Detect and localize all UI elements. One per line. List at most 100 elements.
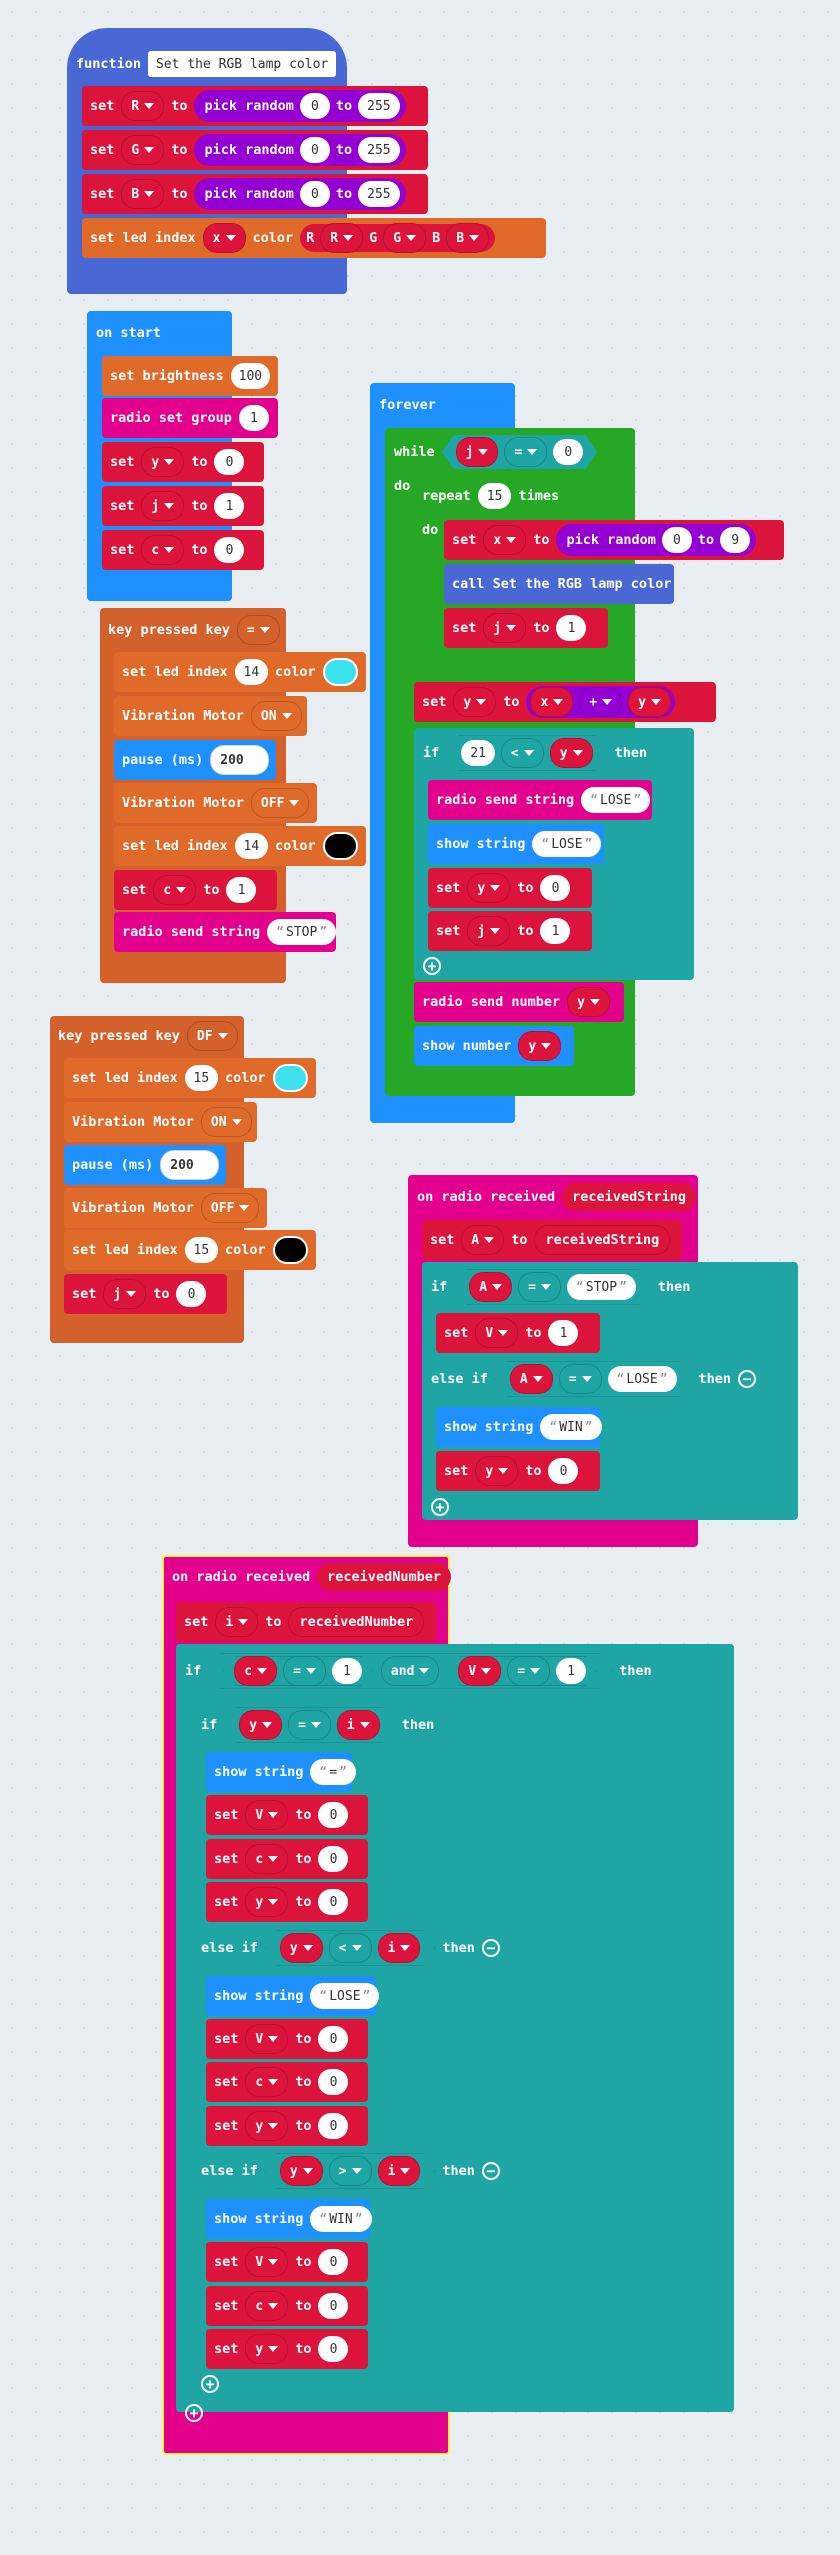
set-y-sum-block[interactable]: set y to x + y xyxy=(414,682,716,722)
value-input[interactable]: 0 xyxy=(214,449,245,475)
set-c-block[interactable]: set c to 0 xyxy=(206,2286,368,2326)
compare-v-eq-1[interactable]: V = 1 xyxy=(447,1656,597,1686)
led-index-input[interactable]: 15 xyxy=(184,1065,219,1091)
set-led-block[interactable]: set led index 14 color xyxy=(114,826,366,866)
call-function-block[interactable]: call Set the RGB lamp color xyxy=(444,564,674,604)
var-dropdown-j[interactable]: j xyxy=(103,1279,147,1309)
rgb-value-block[interactable]: R R G G B B xyxy=(300,223,496,253)
var-dropdown-c[interactable]: c xyxy=(245,1844,289,1874)
random-min-input[interactable]: 0 xyxy=(299,137,330,163)
show-string-block[interactable]: show string WIN xyxy=(206,2199,372,2239)
set-led-rgb-block[interactable]: set led index x color R R G G B B xyxy=(82,218,546,258)
set-b-block[interactable]: set B to pick random 0 to 255 xyxy=(82,174,428,214)
param-received-number[interactable]: receivedNumber xyxy=(317,1563,451,1591)
random-min-input[interactable]: 0 xyxy=(299,93,330,119)
var-dropdown-v[interactable]: V xyxy=(245,1800,289,1830)
compare-a-eq-stop[interactable]: A = STOP xyxy=(454,1269,651,1305)
var-dropdown-c[interactable]: c xyxy=(234,1656,277,1686)
set-x-random-block[interactable]: set x to pick random 0 to 9 xyxy=(444,520,784,560)
value-input[interactable]: 0 xyxy=(318,2293,349,2319)
group-input[interactable]: 1 xyxy=(238,405,269,431)
pause-dropdown[interactable]: 200 xyxy=(210,745,269,775)
on-radio-received-string-header[interactable]: on radio received receivedString xyxy=(409,1177,704,1217)
value-input[interactable]: 0 xyxy=(214,537,245,563)
string-input[interactable]: = xyxy=(310,1759,356,1785)
inner-if-header[interactable]: if y = i then xyxy=(193,1705,442,1745)
else-if-header[interactable]: else if y > i then − xyxy=(193,2151,508,2191)
random-max-input[interactable]: 255 xyxy=(358,181,400,207)
function-header[interactable]: function Set the RGB lamp color xyxy=(68,44,344,84)
set-j-block[interactable]: set j to 1 xyxy=(444,608,608,648)
forever-header[interactable]: forever xyxy=(371,385,444,425)
set-i-block[interactable]: set i to receivedNumber xyxy=(176,1602,436,1642)
string-input[interactable]: LOSE xyxy=(608,1366,677,1392)
and-block[interactable]: c = 1 and V = 1 xyxy=(208,1653,612,1689)
key-dropdown[interactable]: = xyxy=(236,615,280,645)
set-v-block[interactable]: set V to 1 xyxy=(436,1313,600,1353)
value-input[interactable]: 0 xyxy=(318,1802,349,1828)
random-min-input[interactable]: 0 xyxy=(299,181,330,207)
pause-dropdown[interactable]: 200 xyxy=(160,1150,219,1180)
set-c-block[interactable]: set c to 0 xyxy=(206,1839,368,1879)
show-number-block[interactable]: show number y xyxy=(414,1026,574,1066)
else-if-header[interactable]: else if A = LOSE then − xyxy=(423,1359,764,1399)
led-index-input[interactable]: 15 xyxy=(184,1237,219,1263)
plus-icon[interactable]: + xyxy=(185,2404,203,2422)
set-y-block[interactable]: set y to 0 xyxy=(206,2329,368,2369)
operator-dropdown[interactable]: > xyxy=(329,2156,372,2186)
value-input[interactable]: 1 xyxy=(214,493,245,519)
compare-y-gt-i[interactable]: y > i xyxy=(265,2153,435,2189)
random-max-input[interactable]: 255 xyxy=(358,93,400,119)
set-c-block[interactable]: set c to 0 xyxy=(102,530,264,570)
if-header[interactable]: if A = STOP then xyxy=(423,1267,698,1307)
var-dropdown-y[interactable]: y xyxy=(280,1933,323,1963)
var-dropdown-v[interactable]: V xyxy=(245,2024,289,2054)
var-dropdown-c[interactable]: c xyxy=(153,875,197,905)
show-string-block[interactable]: show string = xyxy=(206,1752,356,1792)
value-input[interactable]: 1 xyxy=(556,615,587,641)
vibration-dropdown[interactable]: ON xyxy=(200,1107,252,1137)
set-y-block[interactable]: set y to 0 xyxy=(102,442,264,482)
key-dropdown[interactable]: DF xyxy=(186,1021,238,1051)
pick-random-block[interactable]: pick random 0 to 255 xyxy=(194,134,406,166)
compare-y-eq-i[interactable]: y = i xyxy=(224,1707,394,1743)
value-input[interactable]: 0 xyxy=(548,1458,579,1484)
set-j-block[interactable]: set j to 1 xyxy=(102,486,264,526)
var-dropdown-a[interactable]: A xyxy=(461,1225,505,1255)
show-string-block[interactable]: show string LOSE xyxy=(428,824,604,864)
show-string-block[interactable]: show string LOSE xyxy=(206,1976,380,2016)
operator-dropdown[interactable]: < xyxy=(501,738,544,768)
show-string-block[interactable]: show string WIN xyxy=(436,1407,602,1447)
string-input[interactable]: STOP xyxy=(267,919,337,945)
var-dropdown-c[interactable]: c xyxy=(141,535,185,565)
set-v-block[interactable]: set V to 0 xyxy=(206,1795,368,1835)
compare-21-lt-y[interactable]: 21 < y xyxy=(446,735,607,771)
value-input[interactable]: 0 xyxy=(318,2336,349,2362)
var-dropdown-j[interactable]: j xyxy=(467,916,511,946)
set-j-block[interactable]: set j to 1 xyxy=(428,911,592,951)
key-pressed-df-header[interactable]: key pressed key DF xyxy=(50,1016,246,1056)
operator-dropdown[interactable]: = xyxy=(283,1656,326,1686)
operator-dropdown[interactable]: = xyxy=(559,1364,602,1394)
string-input[interactable]: LOSE xyxy=(532,831,602,857)
operator-dropdown[interactable]: = xyxy=(507,1656,550,1686)
value-input[interactable]: 1 xyxy=(332,1658,362,1684)
string-input[interactable]: LOSE xyxy=(581,787,651,813)
vibration-dropdown[interactable]: OFF xyxy=(250,788,310,818)
value-input[interactable]: 1 xyxy=(226,877,257,903)
if-header[interactable]: if 21 < y then xyxy=(415,733,655,773)
brightness-input[interactable]: 100 xyxy=(230,363,270,389)
var-dropdown-i[interactable]: i xyxy=(215,1607,259,1637)
var-dropdown-c[interactable]: c xyxy=(245,2291,289,2321)
compare-j-eq-0[interactable]: j = 0 xyxy=(442,435,598,469)
set-y-block[interactable]: set y to 0 xyxy=(206,1882,368,1922)
var-dropdown-y[interactable]: y xyxy=(245,1887,289,1917)
while-header[interactable]: while j = 0 xyxy=(386,432,605,472)
var-dropdown-c[interactable]: c xyxy=(245,2067,289,2097)
value-input[interactable]: 0 xyxy=(318,1846,349,1872)
var-dropdown-y[interactable]: y xyxy=(628,687,671,717)
color-picker[interactable] xyxy=(322,832,358,860)
var-dropdown-y[interactable]: y xyxy=(567,987,610,1017)
on-radio-received-number-header[interactable]: on radio received receivedNumber xyxy=(164,1557,459,1597)
vibration-off-block[interactable]: Vibration Motor OFF xyxy=(114,783,317,823)
